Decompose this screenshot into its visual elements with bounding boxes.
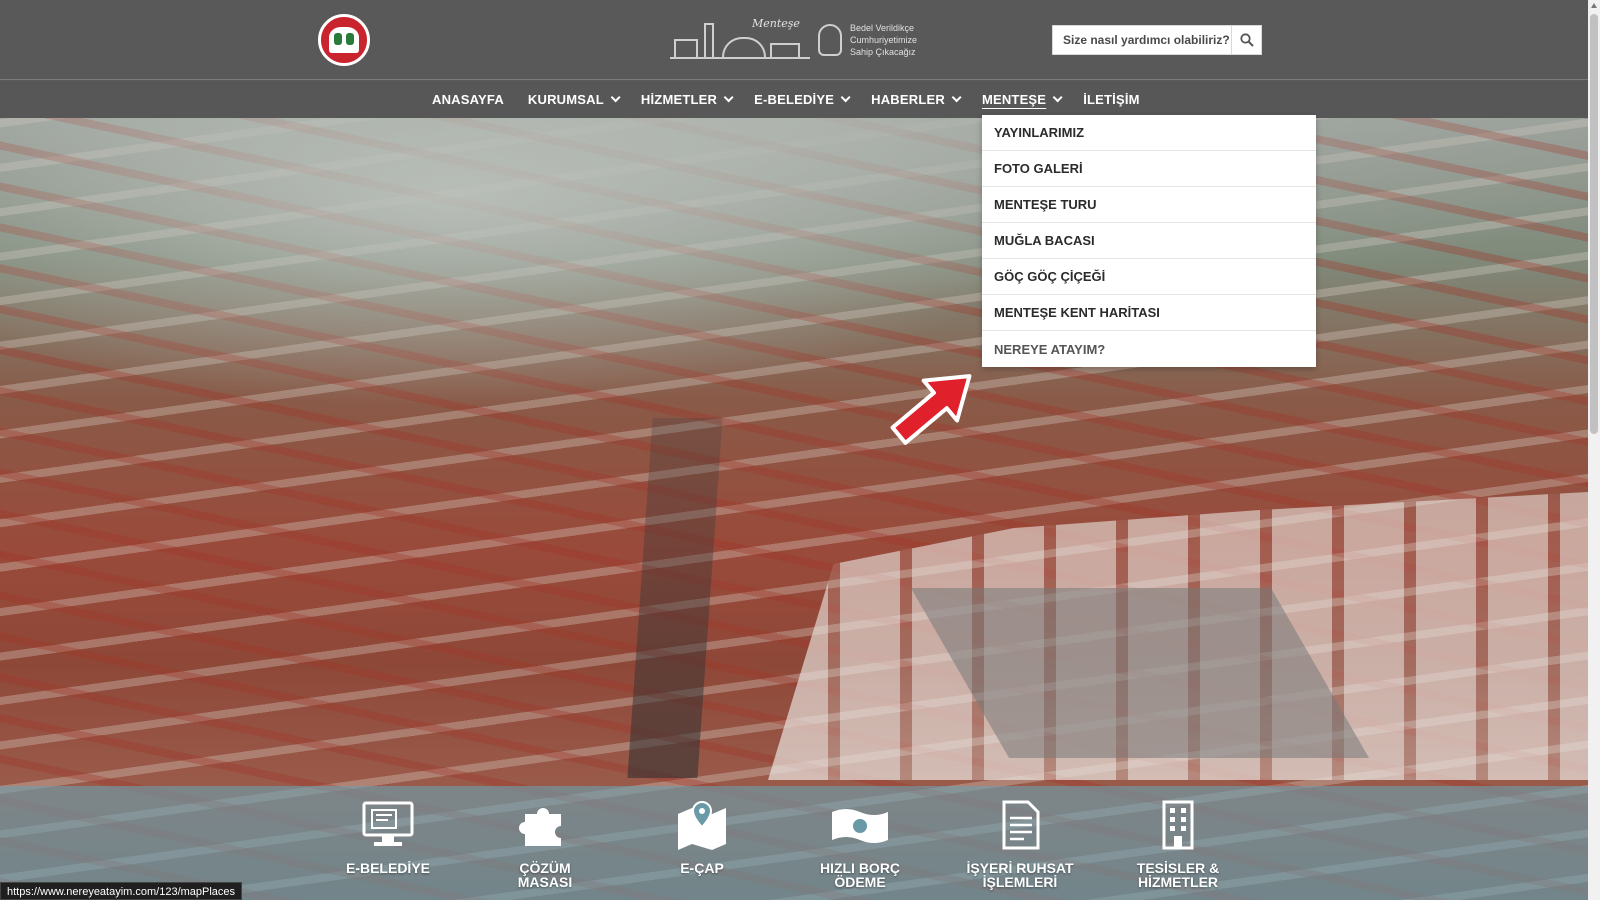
quick-link-hizli-borc-odeme[interactable]: HIZLI BORÇ ÖDEME [790,786,930,900]
status-bar-url: https://www.nereyeatayim.com/123/mapPlac… [0,882,243,900]
motto-line: Bedel Verildikçe [850,23,915,33]
nav-item-iletisim[interactable]: İLETİŞİM [1083,92,1140,107]
nav-item-kurumsal[interactable]: KURUMSAL [527,92,621,107]
menu-item-nereye-atayim[interactable]: NEREYE ATAYIM? [982,331,1316,367]
chevron-down-icon [951,92,962,103]
nav-item-anasayfa[interactable]: ANASAYFA [432,92,504,107]
map-pin-icon [678,800,726,850]
puzzle-icon [519,808,561,846]
nav-item-hizmetler[interactable]: HİZMETLER [640,92,734,107]
scroll-up-arrow-icon[interactable] [1591,3,1597,8]
quick-link-label: TESİSLER & [1136,860,1220,876]
menu-item-mugla-bacasi[interactable]: MUĞLA BACASI [982,223,1316,259]
building-icon [1162,800,1194,850]
menu-item-foto-galeri[interactable]: FOTO GALERİ [982,151,1316,187]
header-emblem: Menteşe Bedel Verildikçe Cumhuriyetimize… [670,17,920,62]
motto-text: Bedel Verildikçe Cumhuriyetimize Sahip Ç… [850,22,917,58]
motto-line: Sahip Çıkacağız [850,47,916,57]
menu-item-yayinlarimiz[interactable]: YAYINLARIMIZ [982,115,1316,151]
emblem-script-text: Menteşe [752,17,800,30]
quick-link-label: E-ÇAP [680,860,724,876]
nav-item-e-belediye[interactable]: E-BELEDİYE [754,92,851,107]
hero-background-image [0,118,1588,900]
quick-link-label: MASASI [517,874,573,890]
motto-line: Cumhuriyetimize [850,35,918,45]
quick-link-label: HİZMETLER [1137,874,1219,890]
nav-item-label: ANASAYFA [432,92,504,107]
quick-link-label: İŞYERİ RUHSAT [966,860,1074,876]
nav-item-label: HİZMETLER [640,92,718,107]
nav-item-label: HABERLER [871,92,945,107]
nav-item-label: E-BELEDİYE [754,92,835,107]
menu-item-mentese-turu[interactable]: MENTEŞE TURU [982,187,1316,223]
quick-link-cozum-masasi[interactable]: ÇÖZÜM MASASI [475,786,615,900]
site-search [1052,25,1262,55]
red-pointer-arrow-icon [890,374,972,445]
search-icon [1239,33,1254,47]
skyline-illustration: Menteşe [670,17,810,59]
mentese-dropdown-menu: YAYINLARIMIZ FOTO GALERİ MENTEŞE TURU MU… [982,115,1316,367]
nav-item-label: MENTEŞE [981,92,1047,107]
banknote-icon [832,809,888,843]
hero-street [627,418,723,778]
quick-link-isyeri-ruhsat[interactable]: İŞYERİ RUHSAT İŞLEMLERİ [950,786,1090,900]
document-icon [1002,800,1040,850]
chevron-down-icon [723,92,734,103]
menu-item-kent-haritasi[interactable]: MENTEŞE KENT HARİTASI [982,295,1316,331]
chevron-down-icon [610,92,621,103]
quick-link-label: HIZLI BORÇ [819,860,901,876]
nav-item-haberler[interactable]: HABERLER [871,92,962,107]
quick-link-label: ÖDEME [834,874,886,890]
quick-link-label: İŞLEMLERİ [982,874,1058,890]
main-nav: ANASAYFA KURUMSAL HİZMETLER E-BELEDİYE H… [0,81,1588,118]
quick-link-e-cap[interactable]: E-ÇAP [632,786,772,900]
quick-link-label: ÇÖZÜM [519,860,571,876]
computer-icon [362,801,414,846]
quick-link-e-belediye[interactable]: E-BELEDİYE [318,786,458,900]
quick-link-label: E-BELEDİYE [345,860,430,876]
site-header: Menteşe Bedel Verildikçe Cumhuriyetimize… [0,0,1588,80]
search-input[interactable] [1053,26,1231,54]
quick-link-tesisler-hizmetler[interactable]: TESİSLER & HİZMETLER [1108,786,1248,900]
menu-item-goc-goc-cicegi[interactable]: GÖÇ GÖÇ ÇİÇEĞİ [982,259,1316,295]
chevron-down-icon [1052,92,1063,103]
search-button[interactable] [1231,26,1261,54]
nav-item-mentese[interactable]: MENTEŞE [981,92,1063,107]
nav-item-label: İLETİŞİM [1083,92,1140,107]
scrollbar-thumb[interactable] [1590,14,1598,434]
nav-item-label: KURUMSAL [527,92,604,107]
page-scrollbar[interactable] [1588,0,1600,900]
municipality-logo[interactable] [318,14,370,66]
ataturk-silhouette-icon [818,24,842,56]
chevron-down-icon [840,92,851,103]
